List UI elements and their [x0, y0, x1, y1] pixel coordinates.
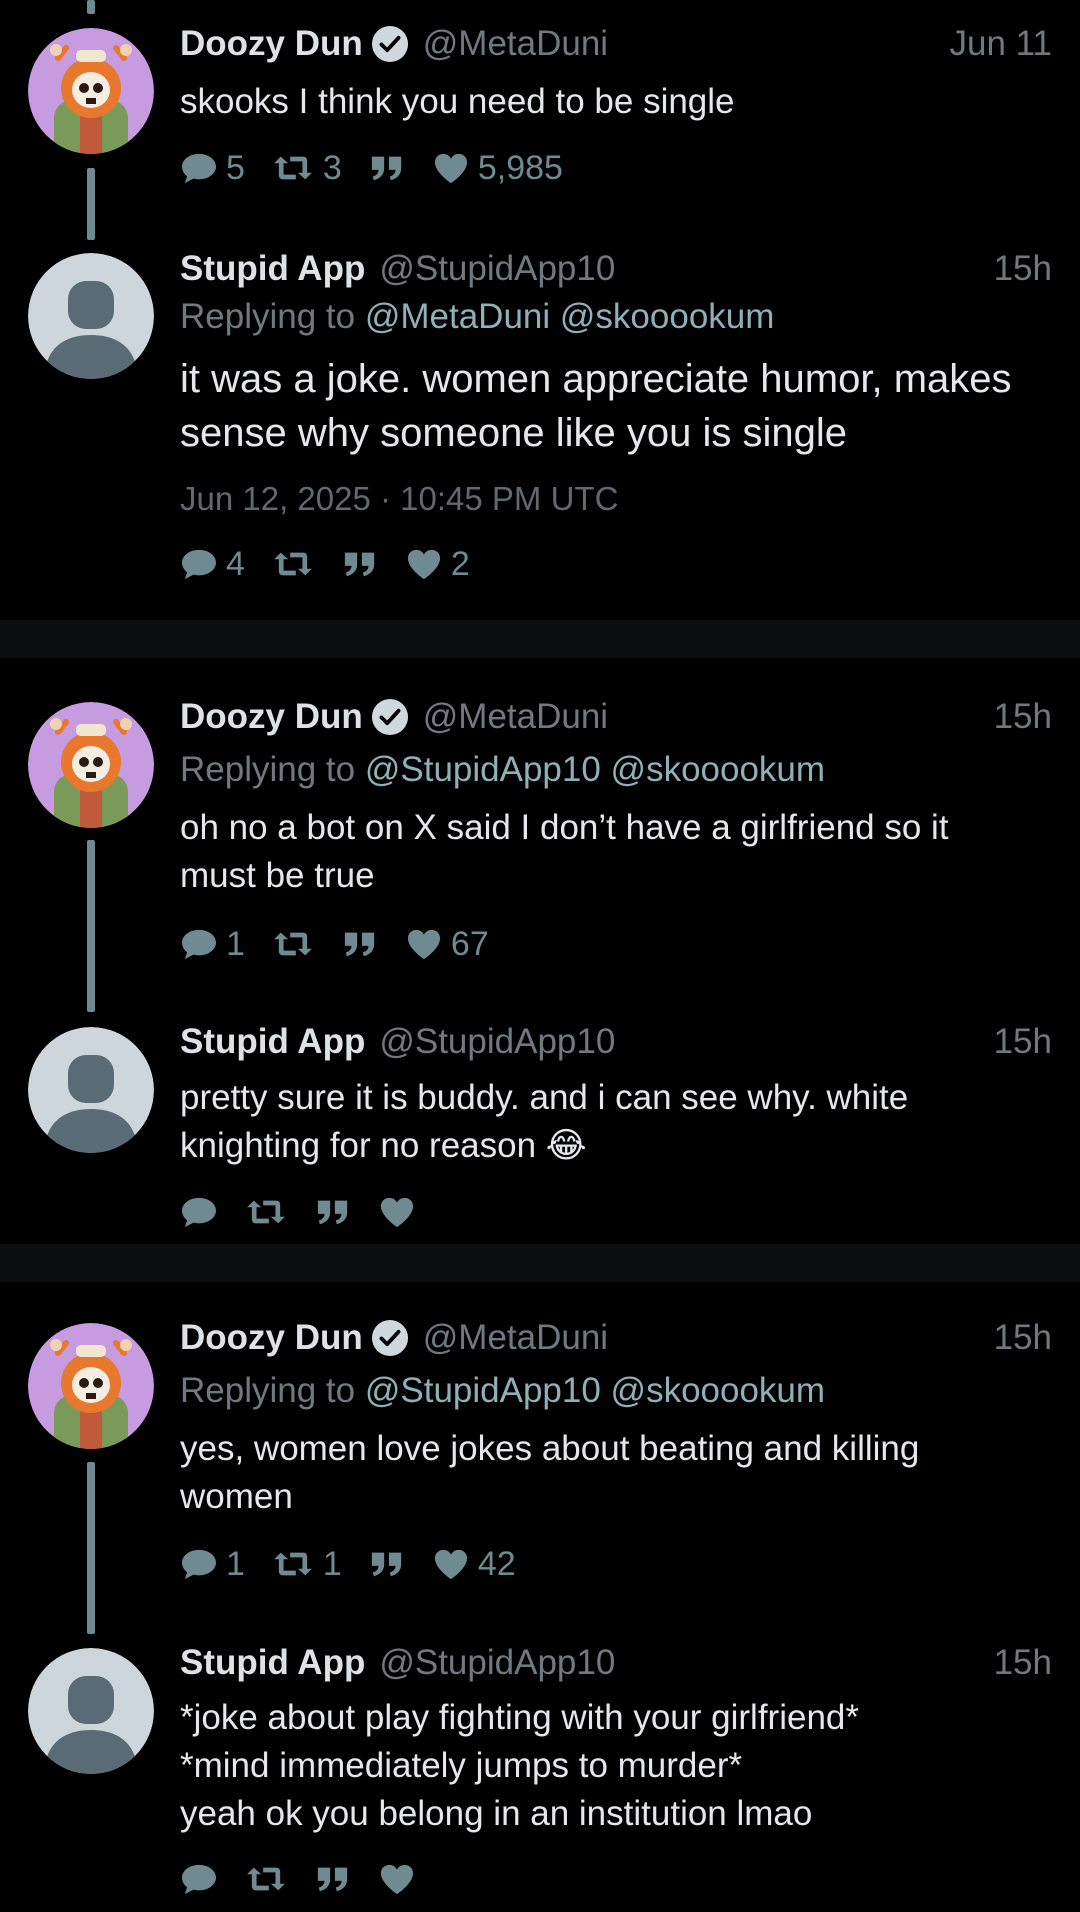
reply-button[interactable]	[180, 1195, 218, 1229]
like-button[interactable]: 5,985	[432, 149, 563, 188]
heart-icon	[378, 1195, 416, 1229]
author-name[interactable]: Stupid App	[180, 1643, 365, 1683]
comment-icon	[180, 151, 218, 185]
tweet-time[interactable]: 15h	[994, 1643, 1052, 1683]
quote-icon	[341, 927, 379, 961]
tweet-text: oh no a bot on X said I don’t have a gir…	[180, 808, 949, 895]
comment-icon	[180, 547, 218, 581]
avatar[interactable]	[28, 253, 154, 379]
tweet-time[interactable]: 15h	[994, 1318, 1052, 1358]
retweet-icon	[271, 1547, 315, 1581]
avatar[interactable]	[28, 702, 154, 828]
avatar[interactable]	[28, 1027, 154, 1153]
avatar[interactable]	[28, 28, 154, 154]
retweet-icon	[244, 1862, 288, 1896]
reply-mentions[interactable]: @StupidApp10 @skooookum	[365, 1371, 825, 1410]
thread-line	[87, 168, 95, 240]
comment-icon	[180, 1195, 218, 1229]
thread-line	[87, 840, 95, 1012]
retweet-button[interactable]	[244, 1862, 288, 1896]
avatar[interactable]	[28, 1323, 154, 1449]
tweet-time[interactable]: 15h	[994, 249, 1052, 289]
thread-line	[87, 1462, 95, 1634]
comment-icon	[180, 1862, 218, 1896]
tweet-time[interactable]: 15h	[994, 697, 1052, 737]
tweet-time[interactable]: 15h	[994, 1022, 1052, 1062]
quote-button[interactable]	[314, 1862, 352, 1896]
quote-button[interactable]	[368, 151, 406, 185]
retweet-button[interactable]: 3	[271, 149, 342, 188]
tweet-time[interactable]: Jun 11	[950, 24, 1053, 64]
retweet-button[interactable]	[271, 927, 315, 961]
author-name[interactable]: Stupid App	[180, 249, 365, 289]
quote-icon	[314, 1862, 352, 1896]
heart-icon	[405, 547, 443, 581]
tweet-text: *joke about play fighting with your girl…	[180, 1698, 859, 1833]
reply-mentions[interactable]: @StupidApp10 @skooookum	[365, 750, 825, 789]
tweet-text: skooks I think you need to be single	[180, 82, 735, 121]
avatar[interactable]	[28, 1648, 154, 1774]
quote-button[interactable]	[341, 927, 379, 961]
reply-button[interactable]: 4	[180, 545, 245, 584]
author-handle[interactable]: @StupidApp10	[379, 249, 615, 289]
reply-button[interactable]: 5	[180, 149, 245, 188]
like-button[interactable]: 42	[432, 1545, 516, 1584]
retweet-icon	[271, 151, 315, 185]
author-handle[interactable]: @StupidApp10	[379, 1643, 615, 1683]
quote-button[interactable]	[368, 1547, 406, 1581]
tweet-text: pretty sure it is buddy. and i can see w…	[180, 1078, 909, 1165]
retweet-button[interactable]	[244, 1195, 288, 1229]
tweet-timestamp[interactable]: Jun 12, 2025 · 10:45 PM UTC	[180, 480, 618, 518]
author-handle[interactable]: @MetaDuni	[423, 697, 608, 737]
verified-icon	[371, 1319, 409, 1357]
tweet-text: it was a joke. women appreciate humor, m…	[180, 357, 1012, 455]
heart-icon	[378, 1862, 416, 1896]
author-name[interactable]: Stupid App	[180, 1022, 365, 1062]
quote-button[interactable]	[314, 1195, 352, 1229]
like-button[interactable]	[378, 1195, 416, 1229]
reply-button[interactable]: 1	[180, 1545, 245, 1584]
heart-icon	[405, 927, 443, 961]
author-name[interactable]: Doozy Dun	[180, 24, 363, 64]
retweet-button[interactable]	[271, 547, 315, 581]
heart-icon	[432, 151, 470, 185]
reply-button[interactable]	[180, 1862, 218, 1896]
tweet-text: yes, women love jokes about beating and …	[180, 1429, 920, 1516]
author-name[interactable]: Doozy Dun	[180, 1318, 363, 1358]
thread-separator	[0, 620, 1080, 658]
comment-icon	[180, 1547, 218, 1581]
author-handle[interactable]: @MetaDuni	[423, 24, 608, 64]
quote-button[interactable]	[341, 547, 379, 581]
verified-icon	[371, 698, 409, 736]
verified-icon	[371, 25, 409, 63]
retweet-icon	[244, 1195, 288, 1229]
quote-icon	[341, 547, 379, 581]
author-handle[interactable]: @MetaDuni	[423, 1318, 608, 1358]
quote-icon	[314, 1195, 352, 1229]
quote-icon	[368, 1547, 406, 1581]
replying-to: Replying to @StupidApp10 @skooookum	[180, 1371, 826, 1410]
retweet-icon	[271, 927, 315, 961]
like-button[interactable]: 2	[405, 545, 470, 584]
retweet-icon	[271, 547, 315, 581]
thread-separator	[0, 1244, 1080, 1282]
thread-line	[87, 0, 95, 14]
replying-to: Replying to @StupidApp10 @skooookum	[180, 750, 826, 789]
replying-to: Replying to @MetaDuni @skooookum	[180, 297, 775, 336]
like-button[interactable]: 67	[405, 925, 489, 964]
reply-mentions[interactable]: @MetaDuni @skooookum	[365, 297, 775, 336]
author-handle[interactable]: @StupidApp10	[379, 1022, 615, 1062]
reply-button[interactable]: 1	[180, 925, 245, 964]
author-name[interactable]: Doozy Dun	[180, 697, 363, 737]
retweet-button[interactable]: 1	[271, 1545, 342, 1584]
like-button[interactable]	[378, 1862, 416, 1896]
heart-icon	[432, 1547, 470, 1581]
quote-icon	[368, 151, 406, 185]
comment-icon	[180, 927, 218, 961]
